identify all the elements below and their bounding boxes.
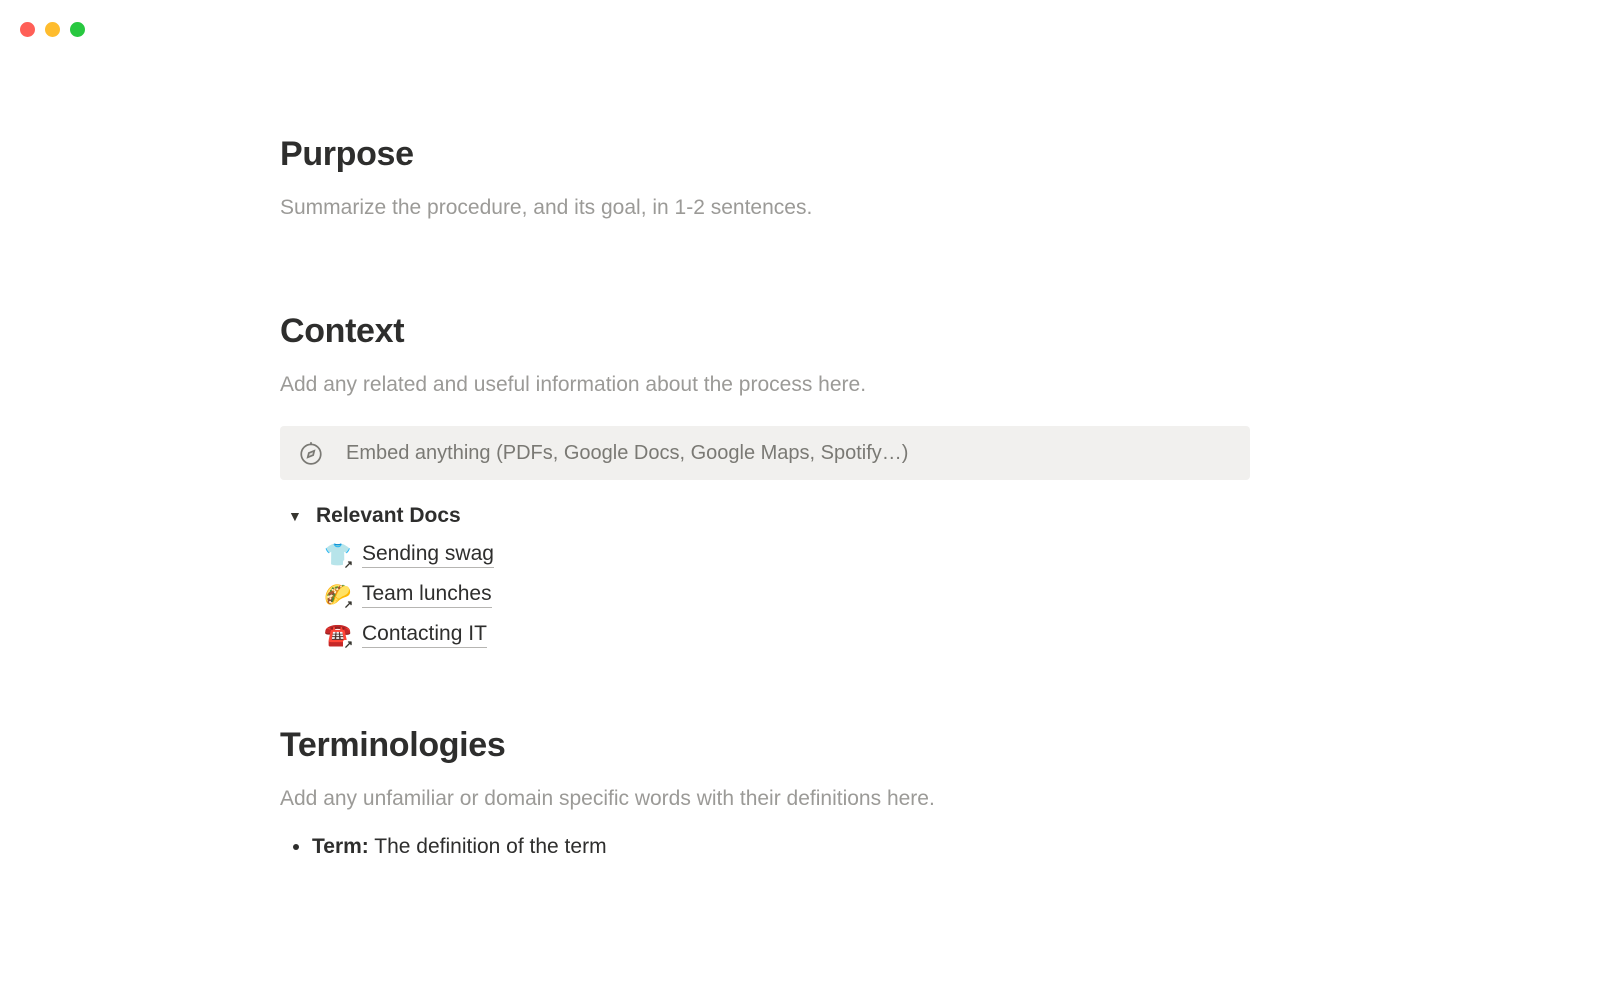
doc-link-label: Team lunches — [362, 582, 492, 608]
maximize-window-button[interactable] — [70, 22, 85, 37]
tshirt-icon: 👕 — [324, 542, 350, 568]
close-window-button[interactable] — [20, 22, 35, 37]
chevron-down-icon: ▼ — [288, 508, 302, 524]
term-definition: The definition of the term — [374, 835, 606, 858]
terminology-list: Term: The definition of the term — [280, 835, 1250, 859]
toggle-header[interactable]: ▼ Relevant Docs — [288, 504, 1250, 528]
toggle-title: Relevant Docs — [316, 504, 461, 528]
window-controls — [20, 22, 85, 37]
compass-icon — [298, 440, 324, 466]
context-heading[interactable]: Context — [280, 312, 1250, 351]
telephone-icon: ☎️ — [324, 622, 350, 648]
minimize-window-button[interactable] — [45, 22, 60, 37]
purpose-description[interactable]: Summarize the procedure, and its goal, i… — [280, 192, 1250, 224]
doc-link-label: Sending swag — [362, 542, 494, 568]
term-label: Term: — [312, 835, 369, 858]
terminologies-heading[interactable]: Terminologies — [280, 726, 1250, 765]
document-body: Purpose Summarize the procedure, and its… — [280, 135, 1250, 859]
terminology-item[interactable]: Term: The definition of the term — [312, 835, 1250, 859]
doc-link-sending-swag[interactable]: 👕 Sending swag — [324, 542, 1250, 568]
context-description[interactable]: Add any related and useful information a… — [280, 369, 1250, 401]
doc-link-team-lunches[interactable]: 🌮 Team lunches — [324, 582, 1250, 608]
doc-link-label: Contacting IT — [362, 622, 487, 648]
embed-block[interactable]: Embed anything (PDFs, Google Docs, Googl… — [280, 426, 1250, 480]
toggle-children: 👕 Sending swag 🌮 Team lunches ☎️ Contact… — [288, 542, 1250, 648]
terminologies-description[interactable]: Add any unfamiliar or domain specific wo… — [280, 783, 1250, 815]
purpose-heading[interactable]: Purpose — [280, 135, 1250, 174]
relevant-docs-toggle: ▼ Relevant Docs 👕 Sending swag 🌮 Team lu… — [280, 504, 1250, 648]
taco-icon: 🌮 — [324, 582, 350, 608]
embed-placeholder-text: Embed anything (PDFs, Google Docs, Googl… — [346, 442, 908, 465]
doc-link-contacting-it[interactable]: ☎️ Contacting IT — [324, 622, 1250, 648]
